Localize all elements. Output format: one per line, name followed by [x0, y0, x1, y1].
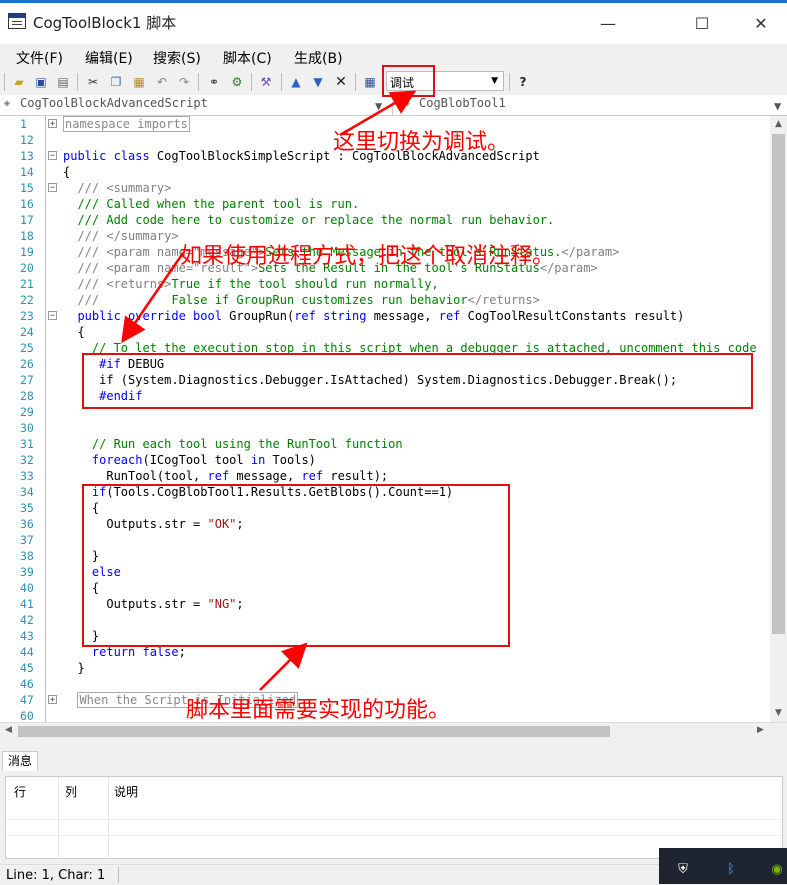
annotation-process-mode: 如果使用进程方式，把这个取消注释。 — [180, 244, 555, 269]
annotation-function: 脚本里面需要实现的功能。 — [186, 698, 451, 723]
arrow-to-function-block — [259, 642, 308, 691]
arrow-to-debug-block — [121, 252, 185, 344]
annotation-switch-debug: 这里切换为调试。 — [333, 130, 510, 155]
